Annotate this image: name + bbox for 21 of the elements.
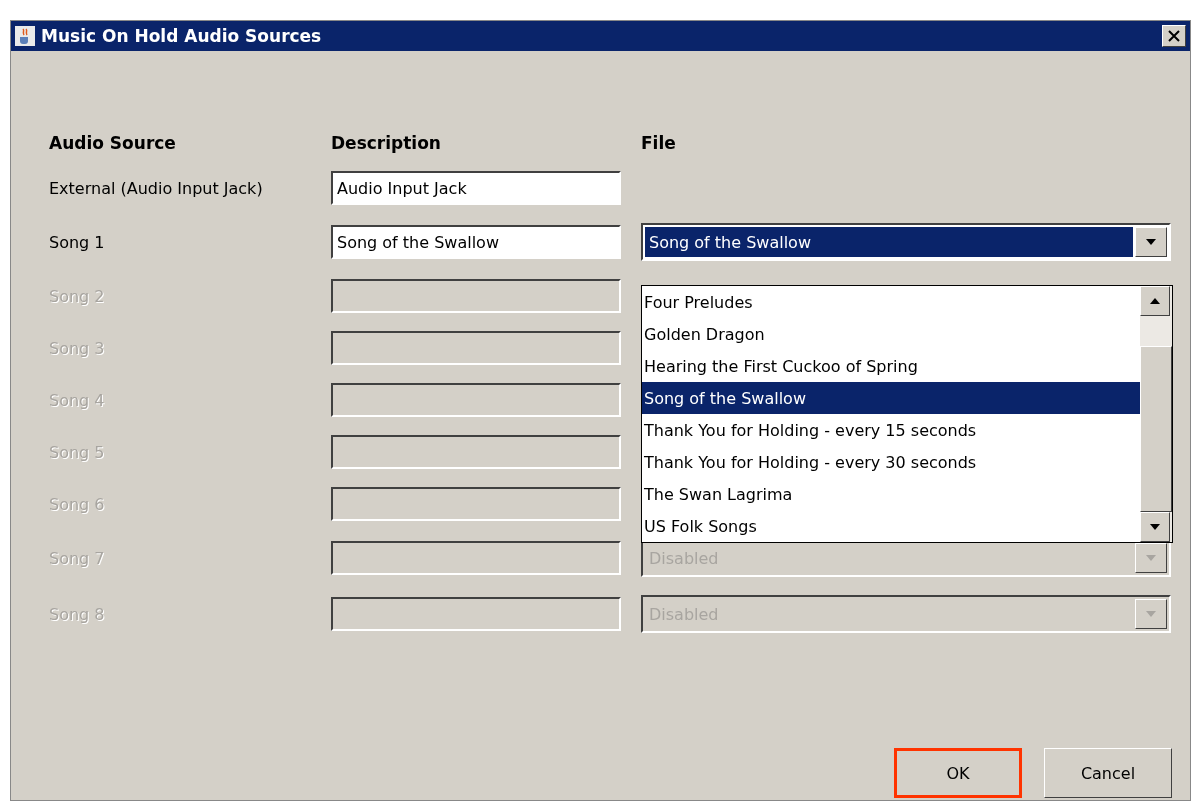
java-cup-icon [15, 26, 35, 46]
dialog-button[interactable]: OK [894, 748, 1022, 798]
down-arrow-icon [1150, 524, 1160, 530]
close-button[interactable] [1162, 25, 1186, 47]
description-field[interactable]: Song of the Swallow [331, 225, 621, 259]
file-dropdown[interactable]: Song of the Swallow [641, 223, 1171, 261]
description-field[interactable]: Audio Input Jack [331, 171, 621, 205]
up-arrow-icon [1150, 298, 1160, 304]
down-arrow-icon [1146, 239, 1156, 245]
down-arrow-icon [1146, 555, 1156, 561]
dialog-button[interactable]: Cancel [1044, 748, 1172, 798]
column-header: Audio Source [49, 133, 177, 153]
close-icon [1168, 30, 1180, 42]
column-header: File [641, 133, 676, 153]
source-label: Song 1 [49, 232, 106, 252]
column-header: Description [331, 133, 442, 153]
dropdown-option[interactable]: Song of the Swallow [642, 382, 1140, 414]
window-title: Music On Hold Audio Sources [41, 26, 323, 46]
down-arrow-icon [1146, 611, 1156, 617]
source-label: External (Audio Input Jack) [49, 178, 264, 198]
scrollbar[interactable] [1140, 286, 1172, 542]
